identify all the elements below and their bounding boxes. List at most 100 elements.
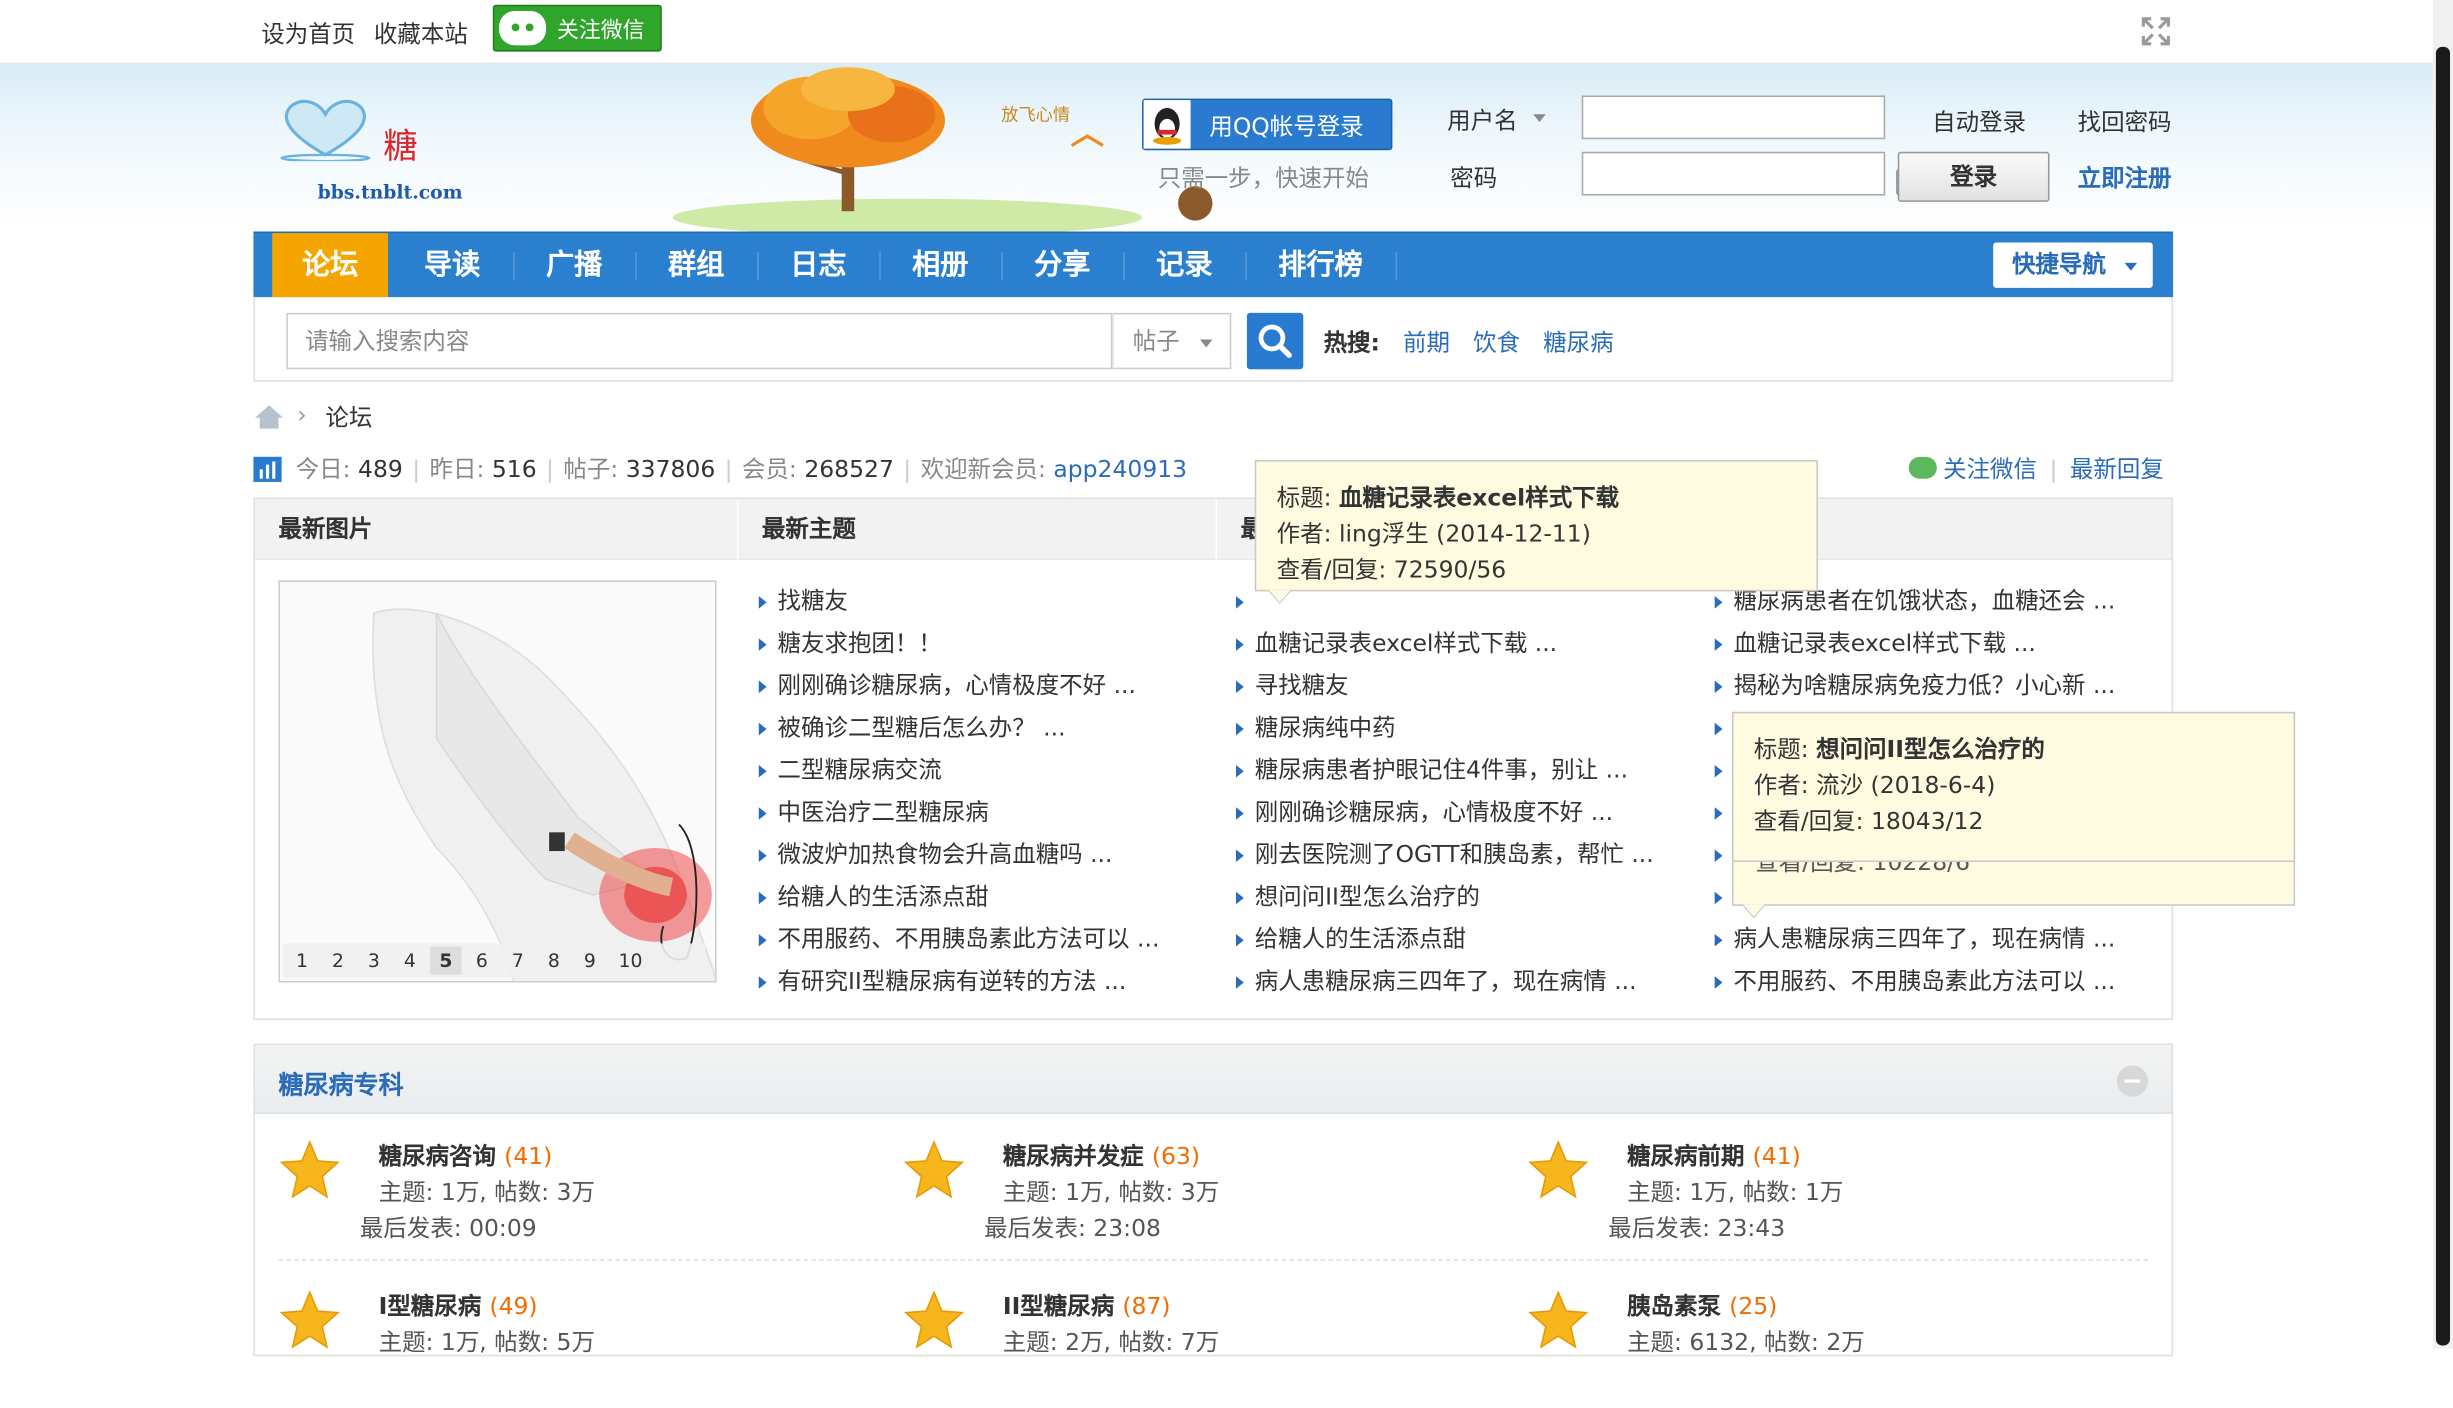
topic-link[interactable]: 寻找糖友: [1233, 665, 1687, 707]
bookmark-link[interactable]: 收藏本站: [374, 17, 468, 50]
register-link[interactable]: 立即注册: [2078, 161, 2172, 194]
quick-nav-label: 快捷导航: [2011, 250, 2106, 279]
slide-page-number[interactable]: 2: [322, 947, 353, 975]
search-input[interactable]: 请输入搜索内容: [286, 312, 1113, 370]
topic-link[interactable]: 找糖友: [756, 580, 1210, 622]
scrollbar-thumb[interactable]: [2435, 46, 2451, 1346]
chevron-down-icon[interactable]: [1533, 114, 1546, 123]
image-slideshow[interactable]: 1 2 3 4 5 6 7 8 9 10: [278, 580, 717, 983]
latest-reply-link[interactable]: 最新回复: [2070, 455, 2164, 483]
forum-name[interactable]: 糖尿病并发症: [1003, 1142, 1144, 1170]
find-password-link[interactable]: 找回密码: [2078, 105, 2172, 138]
today-label: 今日:: [295, 455, 351, 484]
topic-link[interactable]: 不用服药、不用胰岛素此方法可以 ...: [1712, 961, 2166, 1003]
qq-login-label: 用QQ帐号登录: [1209, 112, 1364, 141]
auto-login-label[interactable]: 自动登录: [1932, 105, 2026, 138]
topic-link[interactable]: 糖友求抱团！！: [756, 623, 1210, 665]
quick-nav-button[interactable]: 快捷导航: [1993, 242, 2153, 288]
hot-search: 热搜: 前期 饮食 糖尿病: [1324, 325, 1614, 358]
topic-link[interactable]: 有研究II型糖尿病有逆转的方法 ...: [756, 961, 1210, 1003]
topic-link[interactable]: 糖尿病患者护眼记住4件事，别让 ...: [1233, 749, 1687, 791]
home-icon[interactable]: [253, 402, 284, 430]
new-member-link[interactable]: app240913: [1053, 455, 1187, 483]
topic-link[interactable]: 刚去医院测了OGTT和胰岛素，帮忙 ...: [1233, 834, 1687, 876]
forum-name[interactable]: 胰岛素泵: [1627, 1292, 1721, 1320]
category-title[interactable]: 糖尿病专科: [278, 1064, 403, 1102]
scrollbar[interactable]: [2432, 0, 2453, 1349]
follow-wechat-link[interactable]: 关注微信: [1943, 455, 2037, 483]
slide-page-number[interactable]: 6: [466, 947, 497, 975]
search-type-select[interactable]: 帖子: [1112, 312, 1232, 370]
nav-item-ranklist[interactable]: 排行榜: [1245, 233, 1395, 297]
username-input[interactable]: [1581, 95, 1886, 140]
top-bar: 设为首页 收藏本站 关注微信: [0, 0, 2433, 65]
forum-name[interactable]: I型糖尿病: [379, 1292, 482, 1320]
password-input[interactable]: [1581, 151, 1886, 196]
topic-link[interactable]: 血糖记录表excel样式下载 ...: [1712, 623, 2166, 665]
topic-link[interactable]: 刚刚确诊糖尿病，心情极度不好 ...: [1233, 792, 1687, 834]
username-label[interactable]: 用户名: [1447, 103, 1517, 136]
expand-icon[interactable]: [2140, 16, 2171, 47]
search-icon[interactable]: [1246, 312, 1304, 370]
forum-name[interactable]: 糖尿病咨询: [379, 1142, 496, 1170]
nav-item-broadcast[interactable]: 广播: [513, 233, 635, 297]
slide-page-number[interactable]: 9: [574, 947, 605, 975]
topic-link[interactable]: 微波炉加热食物会升高血糖吗 ...: [756, 834, 1210, 876]
nav-item-doing[interactable]: 记录: [1123, 233, 1245, 297]
hot-word[interactable]: 饮食: [1473, 329, 1520, 357]
forum-today-count: (41): [1752, 1142, 1801, 1171]
slide-page-number[interactable]: 10: [610, 947, 651, 975]
topic-link[interactable]: 被确诊二型糖后怎么办？ ...: [756, 707, 1210, 749]
set-home-link[interactable]: 设为首页: [261, 17, 355, 50]
topic-link[interactable]: 不用服药、不用胰岛素此方法可以 ...: [756, 918, 1210, 960]
topic-link[interactable]: 刚刚确诊糖尿病，心情极度不好 ...: [756, 665, 1210, 707]
nav-item-forum[interactable]: 论坛: [272, 233, 388, 298]
nav-item-album[interactable]: 相册: [879, 233, 1001, 297]
collapse-icon[interactable]: [2116, 1065, 2149, 1097]
hot-word[interactable]: 前期: [1403, 329, 1450, 357]
nav-item-guide[interactable]: 导读: [391, 233, 513, 297]
topic-link[interactable]: 给糖人的生活添点甜: [1233, 918, 1687, 960]
site-logo[interactable]: 糖 bbs.tnblt.com: [258, 88, 493, 221]
hot-topics-list: 血糖记录表excel样式下载 ... 寻找糖友 糖尿病纯中药 糖尿病患者护眼记住…: [1233, 580, 1687, 1002]
search-bar: 请输入搜索内容 帖子 热搜: 前期 饮食 糖尿病: [253, 297, 2174, 382]
slide-page-number[interactable]: 8: [538, 947, 569, 975]
hot-search-label: 热搜:: [1323, 328, 1380, 357]
topic-link[interactable]: 给糖人的生活添点甜: [756, 876, 1210, 918]
nav-item-blog[interactable]: 日志: [757, 233, 879, 297]
forum-last-post[interactable]: 最后发表: 23:08: [984, 1211, 1161, 1244]
slide-image[interactable]: [280, 581, 716, 983]
topic-tooltip: 标题: 想问问II型怎么治疗的 作者: 流沙 (2018-6-4) 查看/回复:…: [1731, 711, 2296, 863]
login-button[interactable]: 登录: [1897, 151, 2050, 202]
topic-link[interactable]: 病人患糖尿病三四年了，现在病情 ...: [1233, 961, 1687, 1003]
topic-link[interactable]: 揭秘为啥糖尿病免疫力低？小心新 ...: [1712, 665, 2166, 707]
welcome-label: 欢迎新会员:: [920, 455, 1046, 484]
topic-link[interactable]: 血糖记录表excel样式下载 ...: [1233, 623, 1687, 665]
follow-wechat-button[interactable]: 关注微信: [492, 4, 662, 52]
page: 设为首页 收藏本站 关注微信 糖 bbs.tnblt.com 放飞心情 用QQ帐…: [0, 0, 2453, 1357]
forum-name[interactable]: II型糖尿病: [1003, 1292, 1114, 1320]
chevron-down-icon: [2124, 262, 2138, 271]
forum-category: 糖尿病专科 糖尿病咨询 (41) 主题: 1万, 帖数: 3万 最后发表: 00…: [253, 1043, 2174, 1357]
slide-page-number[interactable]: 7: [502, 947, 533, 975]
breadcrumb-current: 论坛: [325, 403, 373, 432]
qq-login-button[interactable]: 用QQ帐号登录: [1142, 98, 1393, 151]
nav-item-group[interactable]: 群组: [635, 233, 757, 297]
hot-word[interactable]: 糖尿病: [1543, 329, 1613, 357]
slide-page-number[interactable]: 1: [286, 947, 317, 975]
slide-page-number-active[interactable]: 5: [430, 946, 462, 975]
forum-last-post[interactable]: 最后发表: 00:09: [360, 1211, 537, 1244]
forum-last-post[interactable]: 最后发表: 23:43: [1608, 1211, 1785, 1244]
tooltip-views-label: 查看/回复:: [1276, 555, 1387, 584]
topic-link[interactable]: 中医治疗二型糖尿病: [756, 792, 1210, 834]
topic-link[interactable]: 病人患糖尿病三四年了，现在病情 ...: [1712, 918, 2166, 960]
topic-link[interactable]: 想问问II型怎么治疗的: [1233, 876, 1687, 918]
forum-item: 糖尿病前期 (41) 主题: 1万, 帖数: 1万 最后发表: 23:43: [1527, 1133, 2122, 1258]
forum-name[interactable]: 糖尿病前期: [1627, 1142, 1744, 1170]
topic-link[interactable]: 糖尿病纯中药: [1233, 707, 1687, 749]
slide-page-number[interactable]: 3: [358, 947, 389, 975]
nav-item-share[interactable]: 分享: [1001, 233, 1123, 297]
slide-page-number[interactable]: 4: [394, 947, 425, 975]
topic-link[interactable]: 二型糖尿病交流: [756, 749, 1210, 791]
qq-penguin-icon: [1143, 100, 1191, 149]
